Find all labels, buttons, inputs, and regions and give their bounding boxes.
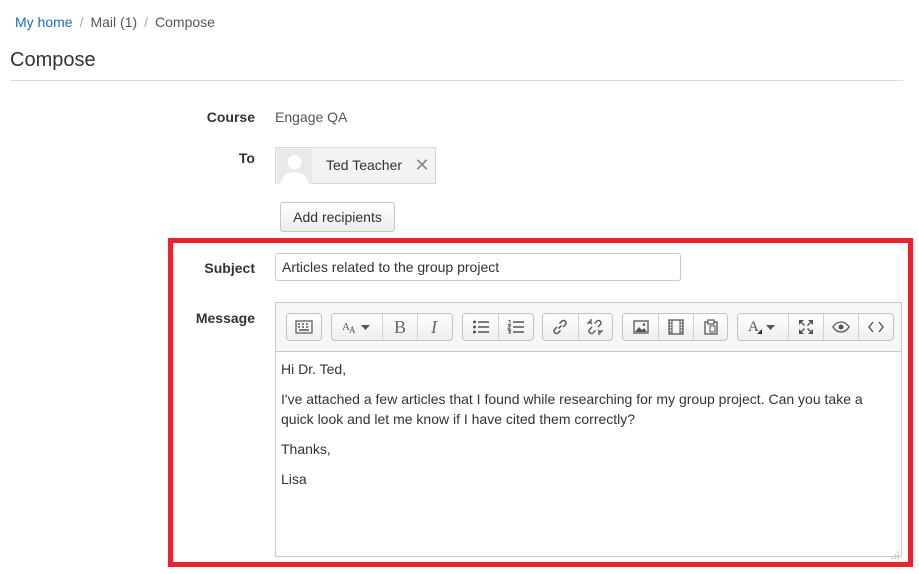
- svg-text:A: A: [349, 325, 356, 335]
- breadcrumb: My home / Mail (1) / Compose: [15, 13, 215, 31]
- paste-icon[interactable]: [693, 314, 727, 340]
- avatar: [277, 149, 312, 184]
- toolbar-group-lists: [462, 313, 534, 341]
- course-value: Engage QA: [275, 109, 348, 125]
- font-color-icon[interactable]: A: [738, 314, 788, 340]
- ordered-list-icon[interactable]: [498, 314, 533, 340]
- html-icon[interactable]: [858, 314, 893, 340]
- page-title: Compose: [10, 49, 96, 71]
- bold-icon[interactable]: B: [382, 314, 417, 340]
- breadcrumb-separator: /: [79, 14, 84, 30]
- svg-text:A: A: [748, 319, 759, 335]
- toolbar-group-more: [286, 313, 322, 341]
- subject-input[interactable]: Articles related to the group project: [275, 253, 681, 281]
- message-label: Message: [195, 310, 255, 326]
- message-greeting: Hi Dr. Ted,: [281, 361, 347, 377]
- svg-text:I: I: [430, 318, 438, 336]
- breadcrumb-my-home-link[interactable]: My home: [15, 14, 73, 30]
- unordered-list-icon[interactable]: [463, 314, 498, 340]
- link-icon[interactable]: [543, 314, 578, 340]
- recipient-name: Ted Teacher: [326, 157, 403, 173]
- media-icon[interactable]: [658, 314, 693, 340]
- italic-icon[interactable]: I: [417, 314, 452, 340]
- breadcrumb-compose: Compose: [155, 14, 215, 30]
- message-closing: Thanks,: [281, 441, 331, 457]
- show-more-icon[interactable]: [287, 314, 321, 340]
- svg-text:B: B: [394, 318, 406, 336]
- toolbar-group-media: [622, 313, 728, 341]
- message-editor[interactable]: AA B I A Hi Dr. Ted, I've attached a few…: [275, 302, 902, 559]
- message-signature: Lisa: [281, 471, 307, 487]
- fullscreen-icon[interactable]: [788, 314, 823, 340]
- breadcrumb-separator: /: [144, 14, 149, 30]
- toolbar-group-misc: A: [737, 313, 894, 341]
- add-recipients-button[interactable]: Add recipients: [280, 202, 395, 232]
- image-icon[interactable]: [623, 314, 658, 340]
- recipient-chip: Ted Teacher ✕: [275, 147, 436, 184]
- toolbar-group-text: AA B I: [331, 313, 453, 341]
- course-label: Course: [206, 109, 255, 125]
- font-size-icon[interactable]: AA: [332, 314, 382, 340]
- unlink-icon[interactable]: [577, 314, 613, 340]
- subject-label: Subject: [204, 260, 255, 276]
- message-paragraph: I've attached a few articles that I foun…: [281, 391, 863, 427]
- toolbar-group-links: [542, 313, 613, 341]
- editor-toolbar: AA B I A: [276, 303, 901, 352]
- to-label: To: [238, 150, 255, 166]
- close-icon[interactable]: ✕: [411, 154, 433, 176]
- resize-handle[interactable]: [891, 546, 899, 559]
- preview-icon[interactable]: [823, 314, 858, 340]
- breadcrumb-mail[interactable]: Mail (1): [90, 14, 137, 30]
- title-divider: [10, 80, 903, 81]
- message-body[interactable]: Hi Dr. Ted, I've attached a few articles…: [281, 359, 891, 499]
